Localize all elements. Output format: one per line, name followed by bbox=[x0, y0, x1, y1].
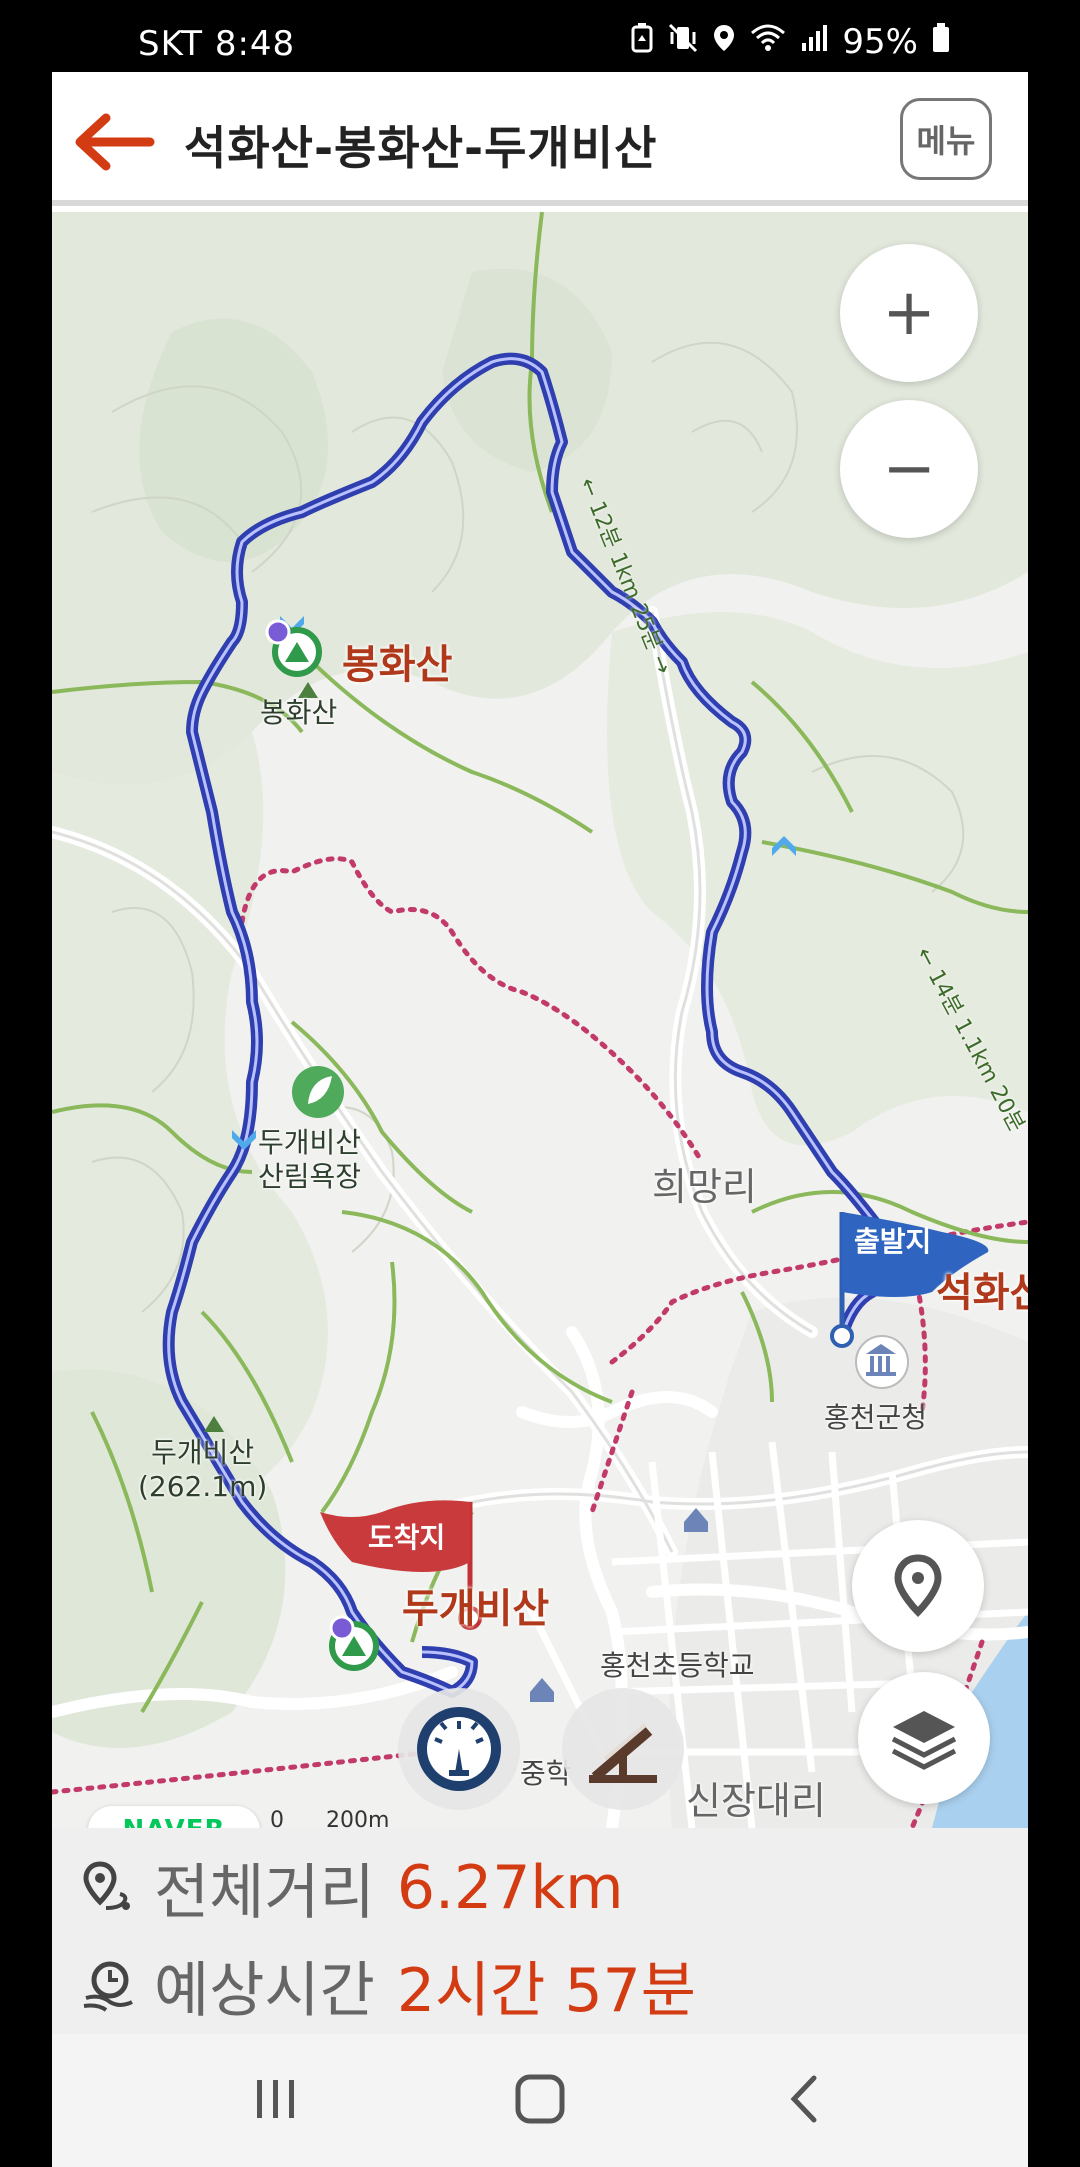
time-label: 예상시간 bbox=[154, 1956, 375, 2026]
zoom-out-button[interactable]: − bbox=[840, 400, 978, 538]
compass-gauge-button[interactable] bbox=[398, 1688, 520, 1810]
scale-label: 0 200m bbox=[270, 1808, 390, 1828]
label-bonghwasan-small: 봉화산 bbox=[260, 696, 338, 729]
label-start-flag: 출발지 bbox=[854, 1225, 932, 1258]
elevation-profile-button[interactable] bbox=[562, 1688, 684, 1810]
my-location-button[interactable] bbox=[852, 1520, 984, 1652]
distance-value: 6.27km bbox=[396, 1852, 624, 1923]
map-view[interactable]: 봉화산 봉화산 두개비산 산림욕장 희망리 출발지 석화산 홍천군청 두개비산 … bbox=[52, 212, 1028, 1828]
naver-logo: NAVER bbox=[88, 1806, 260, 1828]
battery-saver-icon bbox=[630, 22, 654, 62]
home-icon bbox=[515, 2074, 565, 2124]
label-school: 홍천초등학교 bbox=[600, 1649, 755, 1682]
location-pin-icon bbox=[894, 1554, 942, 1617]
status-bar: SKT 8:48 95% bbox=[0, 0, 1080, 72]
minus-icon: − bbox=[882, 432, 936, 506]
layers-button[interactable] bbox=[858, 1672, 990, 1804]
estimated-time-icon bbox=[83, 1961, 133, 2012]
carrier-time: SKT 8:48 bbox=[138, 24, 296, 64]
back-button[interactable] bbox=[70, 110, 158, 174]
route-summary: 전체거리 6.27km 예상시간 2시간 57분 bbox=[52, 1828, 1028, 2034]
home-button[interactable] bbox=[500, 2064, 580, 2134]
wifi-icon bbox=[750, 22, 786, 62]
back-icon bbox=[790, 2075, 817, 2123]
recent-apps-button[interactable] bbox=[236, 2064, 316, 2134]
vibrate-icon bbox=[668, 22, 698, 62]
layers-icon bbox=[891, 1711, 957, 1770]
label-seokhwasan: 석화산 bbox=[936, 1270, 1028, 1316]
system-back-button[interactable] bbox=[764, 2064, 844, 2134]
plus-icon: + bbox=[882, 276, 936, 350]
route-distance-icon bbox=[83, 1860, 130, 1910]
battery-icon bbox=[932, 22, 950, 62]
app-header: 석화산-봉화산-두개비산 메뉴 bbox=[52, 72, 1028, 206]
recent-apps-icon bbox=[257, 2080, 294, 2118]
compass-gauge-icon bbox=[417, 1707, 501, 1791]
label-village: 희망리 bbox=[652, 1165, 757, 1209]
phone-screen: SKT 8:48 95% 석화산-봉화산-두개비산 메뉴 봉화산 봉화산 두개비… bbox=[0, 0, 1080, 2167]
label-bonghwasan-large: 봉화산 bbox=[342, 642, 453, 688]
label-finish-flag: 도착지 bbox=[368, 1521, 446, 1554]
menu-button[interactable]: 메뉴 bbox=[900, 98, 992, 180]
arrow-left-icon bbox=[75, 113, 155, 171]
signal-icon bbox=[800, 22, 828, 62]
app-window: 석화산-봉화산-두개비산 메뉴 봉화산 봉화산 두개비산 산림욕장 희망리 출발… bbox=[52, 72, 1028, 2167]
status-icons: 95% bbox=[630, 22, 950, 62]
distance-label: 전체거리 bbox=[154, 1858, 375, 1928]
system-nav-bar bbox=[52, 2034, 1028, 2167]
battery-percent: 95% bbox=[842, 22, 918, 62]
label-dugaebisan-large: 두개비산 bbox=[402, 1586, 550, 1632]
label-sinjangdaeri: 신장대리 bbox=[686, 1779, 826, 1823]
zoom-in-button[interactable]: + bbox=[840, 244, 978, 382]
location-icon bbox=[712, 22, 736, 62]
label-county-office: 홍천군청 bbox=[824, 1401, 928, 1434]
label-dugaebisan-peak: 두개비산 (262.1m) bbox=[138, 1436, 268, 1503]
elevation-profile-icon bbox=[589, 1723, 657, 1783]
distance-row: 전체거리 6.27km bbox=[80, 1844, 624, 1931]
page-title: 석화산-봉화산-두개비산 bbox=[184, 121, 658, 175]
label-forest-bath: 두개비산 산림욕장 bbox=[258, 1126, 362, 1193]
time-row: 예상시간 2시간 57분 bbox=[80, 1942, 696, 2029]
time-value: 2시간 57분 bbox=[396, 1956, 697, 2026]
